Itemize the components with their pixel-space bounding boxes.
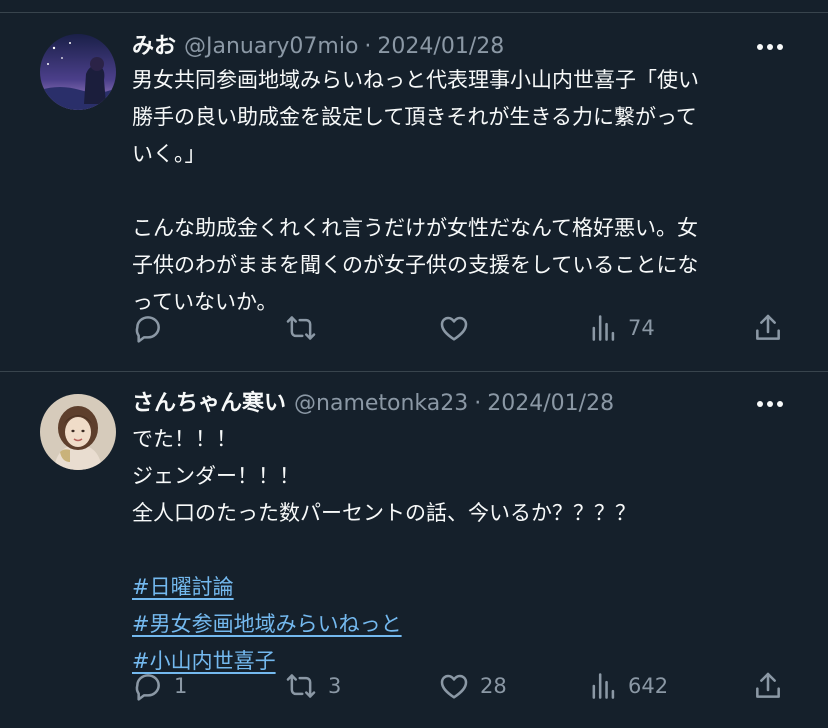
share-button[interactable] bbox=[752, 669, 784, 703]
reply-button[interactable] bbox=[132, 311, 174, 345]
share-button[interactable] bbox=[752, 311, 784, 345]
tweet-line: いく。」 bbox=[132, 142, 206, 166]
tweet[interactable]: さんちゃん寒い @nametonka23 · 2024/01/28 でた！！！ … bbox=[0, 372, 828, 728]
tweet-header: みお @January07mio · 2024/01/28 bbox=[132, 32, 504, 62]
avatar[interactable] bbox=[40, 34, 116, 110]
views-button[interactable]: 642 bbox=[590, 669, 668, 703]
hashtag-link[interactable]: #日曜討論 bbox=[132, 575, 234, 599]
tweet[interactable]: みお @January07mio · 2024/01/28 男女共同参画地域みら… bbox=[0, 0, 828, 371]
like-button[interactable]: 28 bbox=[438, 669, 507, 703]
tweet-text: 男女共同参画地域みらいねっと代表理事小山内世喜子「使い 勝手の良い助成金を設定し… bbox=[132, 62, 796, 321]
tweet-line: ジェンダー！！！ bbox=[132, 464, 300, 488]
avatar[interactable] bbox=[40, 394, 116, 470]
user-handle[interactable]: @January07mio bbox=[184, 32, 358, 62]
tweet-actions: 74 bbox=[132, 311, 788, 345]
view-count: 642 bbox=[628, 674, 669, 698]
reply-icon bbox=[135, 674, 160, 701]
views-icon bbox=[592, 315, 615, 341]
like-button[interactable] bbox=[438, 311, 480, 345]
reply-count: 1 bbox=[174, 674, 188, 698]
share-icon bbox=[756, 314, 780, 340]
tweet-line: こんな助成金くれくれ言うだけが女性だなんて格好悪い。女 bbox=[132, 216, 698, 240]
tweet-line: 男女共同参画地域みらいねっと代表理事小山内世喜子「使い bbox=[132, 68, 699, 92]
display-name[interactable]: みお bbox=[132, 32, 176, 62]
separator-dot: · bbox=[364, 34, 372, 59]
share-icon bbox=[756, 672, 780, 698]
display-name[interactable]: さんちゃん寒い bbox=[132, 389, 286, 419]
heart-icon bbox=[440, 316, 468, 341]
heart-icon bbox=[440, 674, 468, 699]
like-count: 28 bbox=[480, 674, 507, 698]
retweet-button[interactable] bbox=[284, 311, 328, 345]
retweet-icon bbox=[286, 674, 316, 698]
hashtag-link[interactable]: #男女参画地域みらいねっと bbox=[132, 612, 402, 636]
tweet-text: でた！！！ ジェンダー！！！ 全人口のたった数パーセントの話、今いるか？？？？ … bbox=[132, 421, 796, 680]
tweet-line: 子供のわがままを聞くのが女子供の支援をしていることにな bbox=[132, 253, 699, 277]
more-options-button[interactable] bbox=[754, 32, 786, 62]
tweet-actions: 1 3 28 642 bbox=[132, 669, 788, 703]
more-horizontal-icon bbox=[757, 44, 783, 50]
tweet-header: さんちゃん寒い @nametonka23 · 2024/01/28 bbox=[132, 389, 614, 419]
reply-icon bbox=[135, 316, 160, 343]
timeline-feed: みお @January07mio · 2024/01/28 男女共同参画地域みら… bbox=[0, 0, 828, 728]
retweet-button[interactable]: 3 bbox=[284, 669, 341, 703]
tweet-date[interactable]: 2024/01/28 bbox=[377, 32, 504, 62]
tweet-line: 勝手の良い助成金を設定して頂きそれが生きる力に繋がって bbox=[132, 105, 697, 129]
retweet-icon bbox=[286, 316, 316, 340]
retweet-count: 3 bbox=[328, 674, 342, 698]
more-horizontal-icon bbox=[757, 401, 783, 407]
reply-button[interactable]: 1 bbox=[132, 669, 187, 703]
view-count: 74 bbox=[628, 316, 655, 340]
more-options-button[interactable] bbox=[754, 389, 786, 419]
tweet-line: 全人口のたった数パーセントの話、今いるか？？？？ bbox=[132, 501, 636, 525]
views-icon bbox=[592, 673, 615, 699]
separator-dot: · bbox=[474, 391, 482, 416]
views-button[interactable]: 74 bbox=[590, 311, 655, 345]
tweet-date[interactable]: 2024/01/28 bbox=[487, 389, 614, 419]
tweet-line: でた！！！ bbox=[132, 427, 237, 451]
user-handle[interactable]: @nametonka23 bbox=[294, 389, 468, 419]
